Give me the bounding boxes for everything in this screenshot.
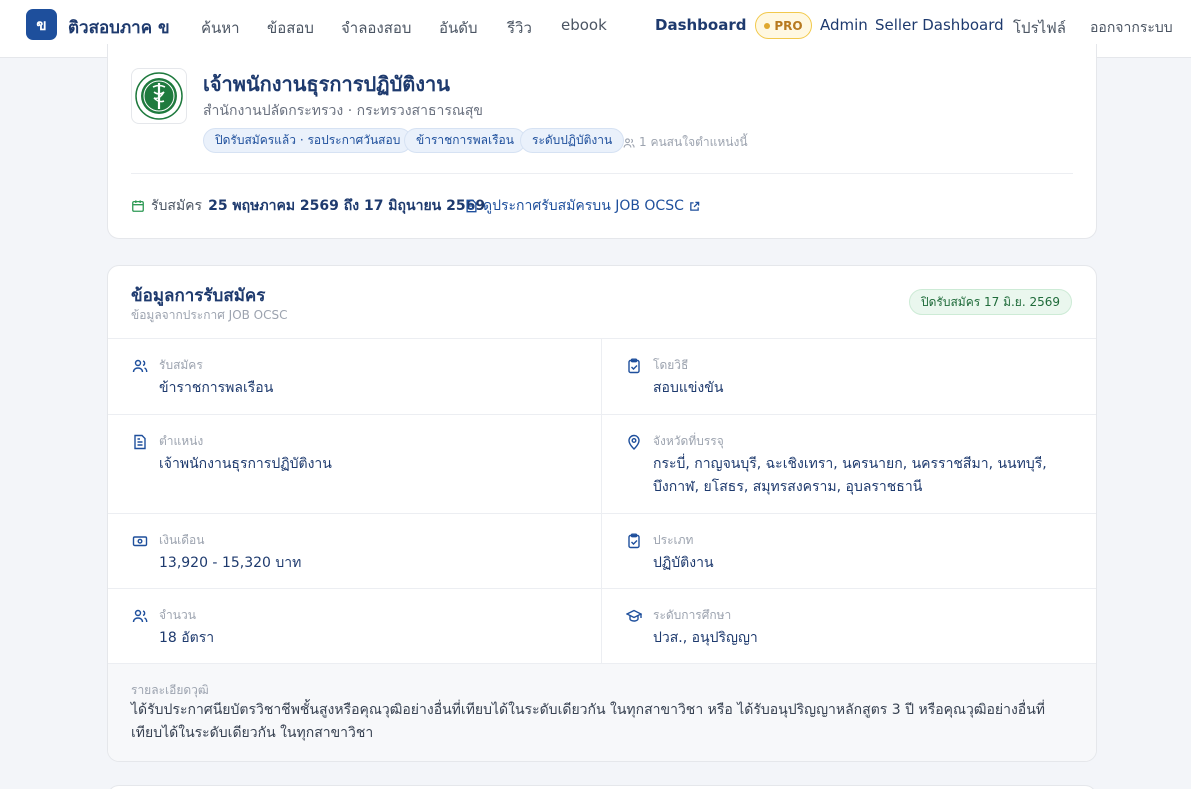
nav-profile[interactable]: โปรไฟล์ bbox=[1013, 16, 1066, 40]
clipboard-check-icon bbox=[628, 533, 640, 549]
status-tag: ปิดรับสมัครแล้ว · รอประกาศวันสอบ bbox=[203, 128, 413, 153]
field-value: 18 อัตรา bbox=[159, 630, 215, 646]
field-label: โดยวิธี bbox=[653, 358, 689, 372]
ministry-emblem-icon bbox=[131, 68, 187, 124]
calendar-icon bbox=[132, 200, 144, 212]
application-period: รับสมัคร 25 พฤษภาคม 2569 ถึง 17 มิถุนายน… bbox=[131, 195, 485, 217]
pro-label: PRO bbox=[774, 18, 803, 33]
banknote-icon bbox=[132, 536, 148, 547]
clipboard-check-icon bbox=[628, 358, 640, 374]
nav-search[interactable]: ค้นหา bbox=[201, 16, 240, 40]
field-type: ประเภท ปฏิบัติงาน bbox=[602, 513, 1096, 588]
field-value: ปวส., อนุปริญญา bbox=[653, 630, 758, 646]
external-link-icon bbox=[690, 201, 700, 211]
section-title: ข้อมูลการรับสมัคร bbox=[131, 286, 266, 306]
section-subtitle: ข้อมูลจากประกาศ JOB OCSC bbox=[131, 308, 288, 322]
job-header-card: เจ้าพนักงานธุรการปฏิบัติงาน สำนักงานปลัด… bbox=[107, 44, 1097, 239]
nav-exams[interactable]: ข้อสอบ bbox=[267, 16, 314, 40]
logo-icon[interactable]: ข bbox=[26, 9, 57, 40]
period-range: 25 พฤษภาคม 2569 ถึง 17 มิถุนายน 2569 bbox=[208, 198, 486, 214]
field-value: 13,920 - 15,320 บาท bbox=[159, 555, 302, 571]
field-label: ประเภท bbox=[653, 533, 694, 547]
graduation-cap-icon bbox=[626, 609, 642, 622]
application-info-card: ข้อมูลการรับสมัคร ข้อมูลจากประกาศ JOB OC… bbox=[107, 265, 1097, 762]
map-pin-icon bbox=[628, 434, 640, 450]
users-icon bbox=[132, 359, 148, 373]
field-label: จำนวน bbox=[159, 608, 196, 622]
field-label: จังหวัดที่บรรจุ bbox=[653, 434, 724, 448]
detail-text: ได้รับประกาศนียบัตรวิชาชีพชั้นสูงหรือคุณ… bbox=[131, 702, 1045, 741]
detail-label: รายละเอียดวุฒิ bbox=[131, 683, 209, 697]
category-tag: ข้าราชการพลเรือน bbox=[404, 128, 526, 153]
nav-admin[interactable]: Admin bbox=[820, 16, 868, 34]
brand-name[interactable]: ติวสอบภาค ข bbox=[68, 14, 170, 41]
field-value: สอบแข่งขัน bbox=[653, 380, 724, 396]
divider bbox=[131, 173, 1073, 174]
field-value: ปฏิบัติงาน bbox=[653, 555, 714, 571]
nav-ranking[interactable]: อันดับ bbox=[439, 16, 478, 40]
job-agency: สำนักงานปลัดกระทรวง · กระทรวงสาธารณสุข bbox=[203, 103, 483, 119]
field-value: กระบี่, กาญจนบุรี, ฉะเชิงเทรา, นครนายก, … bbox=[653, 456, 1047, 495]
document-icon bbox=[466, 199, 477, 213]
field-value: ข้าราชการพลเรือน bbox=[159, 380, 274, 396]
next-section-card bbox=[107, 785, 1097, 789]
field-province: จังหวัดที่บรรจุ กระบี่, กาญจนบุรี, ฉะเชิ… bbox=[602, 414, 1096, 513]
interest-count: 1 คนสนใจตำแหน่งนี้ bbox=[623, 133, 748, 152]
field-education: ระดับการศึกษา ปวส., อนุปริญญา bbox=[602, 588, 1096, 663]
users-icon bbox=[623, 137, 635, 148]
nav-dashboard[interactable]: Dashboard bbox=[655, 16, 746, 34]
job-title: เจ้าพนักงานธุรการปฏิบัติงาน bbox=[203, 72, 450, 96]
field-count: จำนวน 18 อัตรา bbox=[108, 588, 602, 663]
field-label: ระดับการศึกษา bbox=[653, 608, 732, 622]
ocsc-link-text[interactable]: ดูประกาศรับสมัครบน JOB OCSC bbox=[483, 195, 684, 217]
field-label: ตำแหน่ง bbox=[159, 434, 204, 448]
users-icon bbox=[132, 609, 148, 623]
field-method: โดยวิธี สอบแข่งขัน bbox=[602, 338, 1096, 414]
field-label: เงินเดือน bbox=[159, 533, 205, 547]
field-value: เจ้าพนักงานธุรการปฏิบัติงาน bbox=[159, 456, 332, 472]
closed-date-badge: ปิดรับสมัคร 17 มิ.ย. 2569 bbox=[908, 289, 1072, 315]
nav-logout[interactable]: ออกจากระบบ bbox=[1090, 17, 1173, 39]
qualification-detail: รายละเอียดวุฒิ ได้รับประกาศนียบัตรวิชาชี… bbox=[108, 663, 1096, 761]
level-tag: ระดับปฏิบัติงาน bbox=[520, 128, 625, 153]
ocsc-announcement-link[interactable]: ดูประกาศรับสมัครบน JOB OCSC bbox=[465, 195, 700, 217]
nav-reviews[interactable]: รีวิว bbox=[507, 16, 532, 40]
nav-seller-dashboard[interactable]: Seller Dashboard bbox=[875, 16, 1004, 34]
field-recruit: รับสมัคร ข้าราชการพลเรือน bbox=[108, 338, 602, 414]
nav-mock-exam[interactable]: จำลองสอบ bbox=[341, 16, 411, 40]
nav-ebook[interactable]: ebook bbox=[561, 16, 607, 34]
field-position: ตำแหน่ง เจ้าพนักงานธุรการปฏิบัติงาน bbox=[108, 414, 602, 513]
field-label: รับสมัคร bbox=[159, 358, 203, 372]
period-prefix: รับสมัคร bbox=[151, 198, 203, 214]
field-salary: เงินเดือน 13,920 - 15,320 บาท bbox=[108, 513, 602, 588]
pro-dot-icon bbox=[764, 22, 771, 29]
interest-text: 1 คนสนใจตำแหน่งนี้ bbox=[639, 135, 748, 149]
document-icon bbox=[134, 434, 146, 450]
pro-badge: PRO bbox=[755, 12, 812, 39]
